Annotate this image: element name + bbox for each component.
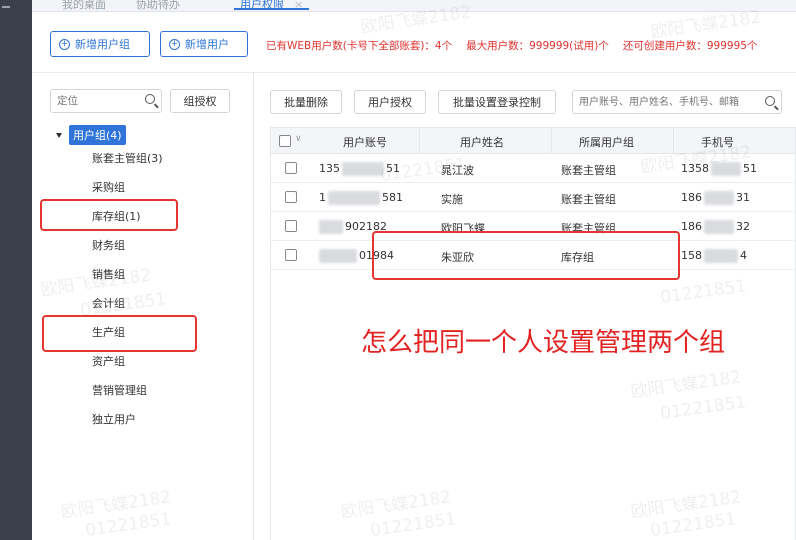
account-prefix: 135 — [319, 162, 340, 175]
masked-value — [704, 220, 734, 234]
tree-root-label: 用户组(4) — [69, 125, 126, 145]
search-icon[interactable] — [145, 94, 155, 104]
col-divider — [551, 128, 552, 154]
masked-value — [704, 191, 734, 205]
tab-desktop[interactable]: 我的桌面 — [62, 0, 106, 12]
phone-prefix: 158 — [681, 249, 702, 262]
phone-prefix: 186 — [681, 220, 702, 233]
quota-max-users: 最大用户数：999999(试用)个 — [466, 40, 609, 52]
col-divider — [673, 128, 674, 154]
quota-info: 已有WEB用户数(卡号下全部账套)：4个 最大用户数：999999(试用)个 还可创… — [266, 38, 757, 53]
name-cell: 实施 — [441, 193, 463, 206]
account-prefix: 1 — [319, 191, 326, 204]
add-user-button[interactable]: + 新增用户 — [160, 31, 248, 57]
masked-value — [711, 162, 741, 176]
masked-value — [704, 249, 738, 263]
col-name[interactable]: 用户姓名 — [460, 134, 504, 150]
tree-item-account-managers[interactable]: 账套主管组(3) — [92, 150, 163, 166]
tree-root[interactable]: 用户组(4) — [56, 125, 126, 145]
col-divider — [419, 128, 420, 154]
masked-value — [342, 162, 384, 176]
add-group-label: 新增用户组 — [75, 38, 130, 51]
group-panel: 组授权 用户组(4) 账套主管组(3) 采购组 库存组(1) 财务组 销售组 会… — [32, 73, 254, 540]
tab-bar: 我的桌面 协助待办 用户权限 × — [32, 0, 796, 12]
group-search — [50, 89, 162, 113]
phone-cell: 186 31 — [681, 191, 750, 205]
phone-suffix: 32 — [736, 220, 750, 233]
tab-user-permission[interactable]: 用户权限 × — [234, 0, 310, 11]
account-suffix: 581 — [382, 191, 403, 204]
user-auth-button[interactable]: 用户授权 — [354, 90, 426, 114]
tree-item-finance[interactable]: 财务组 — [92, 237, 125, 253]
masked-value — [319, 249, 357, 263]
tab-user-permission-label: 用户权限 — [240, 0, 284, 11]
user-search — [572, 90, 782, 114]
chevron-down-icon[interactable]: ∨ — [295, 134, 302, 144]
tree-item-independent[interactable]: 独立用户 — [92, 411, 136, 427]
phone-suffix: 31 — [736, 191, 750, 204]
tree-item-purchase[interactable]: 采购组 — [92, 179, 125, 195]
phone-prefix: 1358 — [681, 162, 709, 175]
add-group-button[interactable]: + 新增用户组 — [50, 31, 150, 57]
table-row[interactable]: 135 51 晁江波 账套主管组 1358 51 — [271, 154, 795, 183]
tree-item-sales[interactable]: 销售组 — [92, 266, 125, 282]
masked-value — [319, 220, 343, 234]
group-cell: 账套主管组 — [561, 164, 616, 177]
caret-down-icon[interactable] — [56, 132, 62, 138]
sidebar-mark — [2, 6, 10, 8]
name-cell: 晁江波 — [441, 164, 474, 177]
annotation-question: 怎么把同一个人设置管理两个组 — [361, 328, 726, 358]
close-icon[interactable]: × — [294, 0, 303, 11]
plus-icon: + — [169, 38, 180, 50]
batch-login-control-button[interactable]: 批量设置登录控制 — [438, 90, 556, 114]
quota-remaining: 还可创建用户数：999995个 — [622, 40, 758, 52]
user-search-input[interactable] — [573, 91, 753, 113]
account-cell: 1 581 — [319, 191, 403, 205]
col-group[interactable]: 所属用户组 — [579, 134, 634, 150]
phone-cell: 158 4 — [681, 249, 747, 263]
phone-cell: 186 32 — [681, 220, 750, 234]
col-phone[interactable]: 手机号 — [701, 134, 734, 150]
search-icon[interactable] — [765, 96, 775, 106]
masked-value — [328, 191, 380, 205]
quota-web-users: 已有WEB用户数(卡号下全部账套)：4个 — [266, 40, 453, 52]
table-row[interactable]: 1 581 实施 账套主管组 186 31 — [271, 183, 795, 212]
account-cell: 135 51 — [319, 162, 400, 176]
group-search-input[interactable] — [51, 90, 131, 112]
select-all-checkbox[interactable] — [279, 135, 291, 147]
group-cell: 账套主管组 — [561, 193, 616, 206]
app-sidebar — [0, 0, 32, 540]
phone-suffix: 4 — [740, 249, 747, 262]
add-user-label: 新增用户 — [185, 38, 229, 51]
user-panel: 批量删除 用户授权 批量设置登录控制 ∨ 用户账号 用户姓名 所属用户组 手机号… — [254, 73, 796, 540]
row-checkbox[interactable] — [285, 220, 297, 232]
plus-icon: + — [59, 38, 70, 50]
row-checkbox[interactable] — [285, 162, 297, 174]
batch-delete-button[interactable]: 批量删除 — [270, 90, 342, 114]
tree-item-assets[interactable]: 资产组 — [92, 353, 125, 369]
row-checkbox[interactable] — [285, 249, 297, 261]
table-header: ∨ 用户账号 用户姓名 所属用户组 手机号 — [271, 128, 795, 154]
tree-item-accounting[interactable]: 会计组 — [92, 295, 125, 311]
account-suffix: 51 — [386, 162, 400, 175]
highlight-inventory-group — [40, 199, 178, 231]
row-checkbox[interactable] — [285, 191, 297, 203]
tab-assist[interactable]: 协助待办 — [136, 0, 180, 12]
phone-cell: 1358 51 — [681, 162, 757, 176]
group-auth-button[interactable]: 组授权 — [170, 89, 230, 113]
toolbar: + 新增用户组 + 新增用户 已有WEB用户数(卡号下全部账套)：4个 最大用户数… — [50, 31, 796, 57]
highlight-user-row — [372, 231, 680, 280]
tree-item-marketing[interactable]: 营销管理组 — [92, 382, 147, 398]
phone-suffix: 51 — [743, 162, 757, 175]
col-account[interactable]: 用户账号 — [343, 134, 387, 150]
phone-prefix: 186 — [681, 191, 702, 204]
highlight-production-group — [42, 315, 197, 352]
